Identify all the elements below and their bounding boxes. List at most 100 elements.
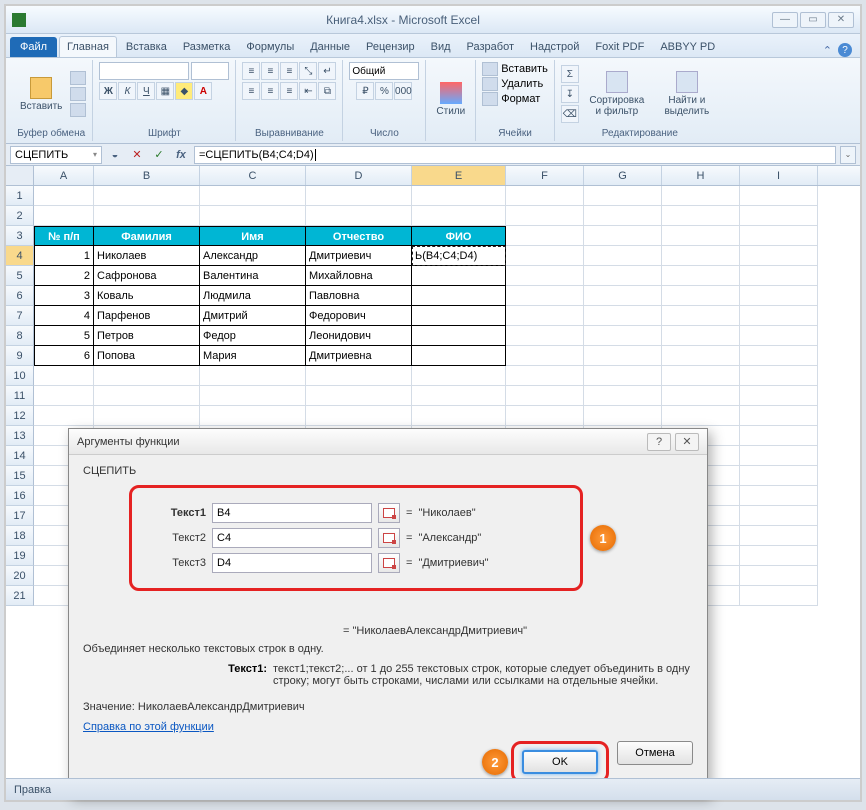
cell[interactable]: Имя (200, 226, 306, 246)
cell[interactable] (584, 406, 662, 426)
align-left-button[interactable]: ≡ (242, 82, 260, 100)
col-header[interactable]: D (306, 166, 412, 185)
cell[interactable] (584, 306, 662, 326)
align-top-button[interactable]: ≡ (242, 62, 260, 80)
cell[interactable] (584, 206, 662, 226)
range-select-button[interactable] (378, 528, 400, 548)
cell[interactable] (662, 286, 740, 306)
cut-icon[interactable] (70, 71, 86, 85)
cell[interactable] (584, 366, 662, 386)
percent-button[interactable]: % (375, 82, 393, 100)
comma-button[interactable]: 000 (394, 82, 412, 100)
ribbon-minimize-icon[interactable]: ⌃ (823, 44, 832, 57)
row-header[interactable]: 2 (6, 206, 34, 226)
styles-button[interactable]: Стили (432, 80, 469, 119)
col-header[interactable]: A (34, 166, 94, 185)
cell[interactable]: Леонидович (306, 326, 412, 346)
cell[interactable] (412, 406, 506, 426)
cell[interactable] (306, 386, 412, 406)
cell[interactable] (412, 206, 506, 226)
cell[interactable]: № п/п (34, 226, 94, 246)
row-header[interactable]: 16 (6, 486, 34, 506)
bold-button[interactable]: Ж (99, 82, 117, 100)
fill-color-button[interactable]: ◆ (175, 82, 193, 100)
cell[interactable]: Коваль (94, 286, 200, 306)
find-select-button[interactable]: Найти и выделить (655, 69, 719, 119)
col-header[interactable]: E (412, 166, 506, 185)
row-header[interactable]: 18 (6, 526, 34, 546)
currency-button[interactable]: ₽ (356, 82, 374, 100)
cell[interactable] (740, 586, 818, 606)
row-header[interactable]: 14 (6, 446, 34, 466)
cell[interactable] (740, 286, 818, 306)
cell[interactable] (662, 406, 740, 426)
fill-button[interactable]: ↧ (561, 85, 579, 103)
cell[interactable] (200, 386, 306, 406)
cell[interactable] (662, 266, 740, 286)
col-header[interactable]: C (200, 166, 306, 185)
cell[interactable] (740, 566, 818, 586)
tab-file[interactable]: Файл (10, 37, 57, 57)
cell[interactable]: Петров (94, 326, 200, 346)
row-header[interactable]: 19 (6, 546, 34, 566)
col-header[interactable]: B (94, 166, 200, 185)
cell[interactable] (412, 186, 506, 206)
cell[interactable] (740, 406, 818, 426)
cell[interactable] (412, 346, 506, 366)
cell[interactable] (740, 226, 818, 246)
dialog-close-button[interactable]: ✕ (675, 433, 699, 451)
tab-foxit[interactable]: Foxit PDF (588, 37, 651, 57)
row-header[interactable]: 15 (6, 466, 34, 486)
copy-icon[interactable] (70, 87, 86, 101)
row-header[interactable]: 13 (6, 426, 34, 446)
cell[interactable]: Сафронова (94, 266, 200, 286)
font-family-select[interactable] (99, 62, 189, 80)
cell[interactable] (306, 366, 412, 386)
cell[interactable]: Людмила (200, 286, 306, 306)
cell[interactable]: Михайловна (306, 266, 412, 286)
align-mid-button[interactable]: ≡ (261, 62, 279, 80)
row-header[interactable]: 21 (6, 586, 34, 606)
col-header[interactable]: I (740, 166, 818, 185)
cell[interactable] (740, 426, 818, 446)
close-button[interactable]: ✕ (828, 12, 854, 28)
range-select-button[interactable] (378, 553, 400, 573)
cancel-formula-button[interactable]: ✕ (128, 146, 146, 164)
row-header[interactable]: 1 (6, 186, 34, 206)
accept-formula-button[interactable]: ✓ (150, 146, 168, 164)
cell[interactable]: Мария (200, 346, 306, 366)
cell[interactable] (740, 446, 818, 466)
row-header[interactable]: 9 (6, 346, 34, 366)
col-header[interactable]: H (662, 166, 740, 185)
cell[interactable] (94, 366, 200, 386)
cell[interactable] (412, 266, 506, 286)
row-header[interactable]: 20 (6, 566, 34, 586)
col-header[interactable]: G (584, 166, 662, 185)
cell[interactable] (506, 226, 584, 246)
tab-view[interactable]: Вид (424, 37, 458, 57)
cell[interactable] (506, 406, 584, 426)
cell[interactable] (506, 346, 584, 366)
clear-button[interactable]: ⌫ (561, 105, 579, 123)
formula-input[interactable]: =СЦЕПИТЬ(B4;C4;D4) (194, 146, 836, 164)
cell[interactable] (584, 346, 662, 366)
row-header[interactable]: 12 (6, 406, 34, 426)
cell[interactable] (740, 506, 818, 526)
cell[interactable] (740, 366, 818, 386)
row-header[interactable]: 17 (6, 506, 34, 526)
cell[interactable]: 2 (34, 266, 94, 286)
minimize-button[interactable]: — (772, 12, 798, 28)
cell[interactable]: Дмитриевич (306, 246, 412, 266)
cell[interactable] (506, 326, 584, 346)
cell[interactable] (506, 386, 584, 406)
cell[interactable] (506, 306, 584, 326)
cell[interactable]: Дмитрий (200, 306, 306, 326)
cell[interactable]: Александр (200, 246, 306, 266)
row-header[interactable]: 4 (6, 246, 34, 266)
cell[interactable] (584, 386, 662, 406)
cell[interactable] (662, 206, 740, 226)
cell[interactable]: Федорович (306, 306, 412, 326)
cell[interactable] (34, 206, 94, 226)
cell[interactable] (740, 186, 818, 206)
cell[interactable] (740, 486, 818, 506)
